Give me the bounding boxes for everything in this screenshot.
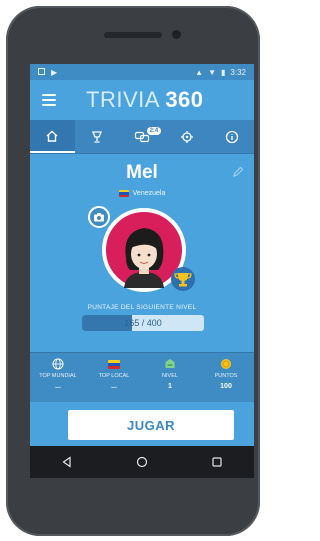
phone-speaker [104, 32, 162, 38]
stat-points[interactable]: PUNTOS 100 [198, 353, 254, 402]
app-screen: ▶ ▲ ▼ ▮ 3:32 TRIVIA 360 2:4 Mel Venezuel… [30, 64, 254, 478]
app-title-light: TRIVIA [86, 87, 159, 112]
country-name: Venezuela [132, 190, 166, 197]
app-title: TRIVIA 360 [86, 87, 204, 113]
tab-settings[interactable] [164, 120, 209, 153]
phone-frame: ▶ ▲ ▼ ▮ 3:32 TRIVIA 360 2:4 Mel Venezuel… [6, 6, 260, 536]
venezuela-flag-icon [118, 190, 129, 197]
home-icon [46, 130, 58, 142]
tab-info[interactable] [209, 120, 254, 153]
gear-icon [180, 130, 193, 143]
edit-icon[interactable] [232, 166, 244, 178]
profile-panel: Mel Venezuela PUNTAJE DEL SIGUIENTE NIVE… [30, 154, 254, 331]
stat-value: 100 [220, 383, 232, 390]
tab-ranking[interactable] [75, 120, 120, 153]
flag-icon [108, 359, 120, 369]
status-bar: ▶ ▲ ▼ ▮ 3:32 [30, 64, 254, 80]
stat-local-rank[interactable]: TOP LOCAL ... [86, 353, 142, 402]
stat-value: ... [111, 383, 117, 390]
stat-level[interactable]: NIVEL 1 [142, 353, 198, 402]
play-store-icon: ▶ [51, 67, 58, 77]
stat-value: 1 [168, 383, 172, 390]
progress-text: 165 / 400 [124, 318, 162, 328]
battery-icon: ▮ [221, 67, 226, 77]
progress-label: PUNTAJE DEL SIGUIENTE NIVEL [87, 304, 197, 311]
app-bar: TRIVIA 360 [30, 80, 254, 120]
home-nav-icon[interactable] [136, 456, 148, 468]
status-time: 3:32 [230, 67, 246, 77]
phone-camera [172, 30, 181, 39]
signal-icon: ▲ [195, 67, 204, 77]
change-photo-button[interactable] [88, 206, 110, 228]
country-row: Venezuela [30, 190, 254, 197]
play-area: JUGAR [30, 402, 254, 446]
level-trophy-icon [171, 267, 195, 291]
info-icon [225, 130, 238, 143]
stat-world-rank[interactable]: TOP MUNDIAL ... [30, 353, 86, 402]
notification-icon [38, 67, 45, 75]
wifi-icon: ▼ [208, 67, 217, 77]
stat-label: NIVEL [162, 373, 178, 379]
tab-home[interactable] [30, 120, 75, 153]
play-button[interactable]: JUGAR [68, 410, 234, 440]
trophy-icon [92, 130, 103, 143]
tab-bar: 2:4 [30, 120, 254, 154]
chat-badge: 2:4 [146, 127, 162, 135]
recents-icon[interactable] [211, 456, 223, 468]
username: Mel [126, 162, 158, 183]
app-title-bold: 360 [165, 87, 204, 112]
globe-icon [52, 358, 64, 370]
menu-icon[interactable] [42, 94, 56, 106]
stat-value: ... [55, 383, 61, 390]
tab-chat[interactable]: 2:4 [120, 120, 165, 153]
android-nav-bar [30, 446, 254, 478]
stat-label: TOP LOCAL [98, 373, 130, 379]
level-icon [165, 359, 175, 368]
coin-icon [221, 359, 231, 369]
level-progress-bar: 165 / 400 [82, 315, 204, 331]
stat-label: TOP MUNDIAL [39, 373, 77, 379]
back-icon[interactable] [61, 456, 73, 468]
stats-bar: TOP MUNDIAL ... TOP LOCAL ... NIVEL 1 PU… [30, 352, 254, 402]
stat-label: PUNTOS [214, 373, 238, 379]
camera-icon [94, 213, 104, 222]
